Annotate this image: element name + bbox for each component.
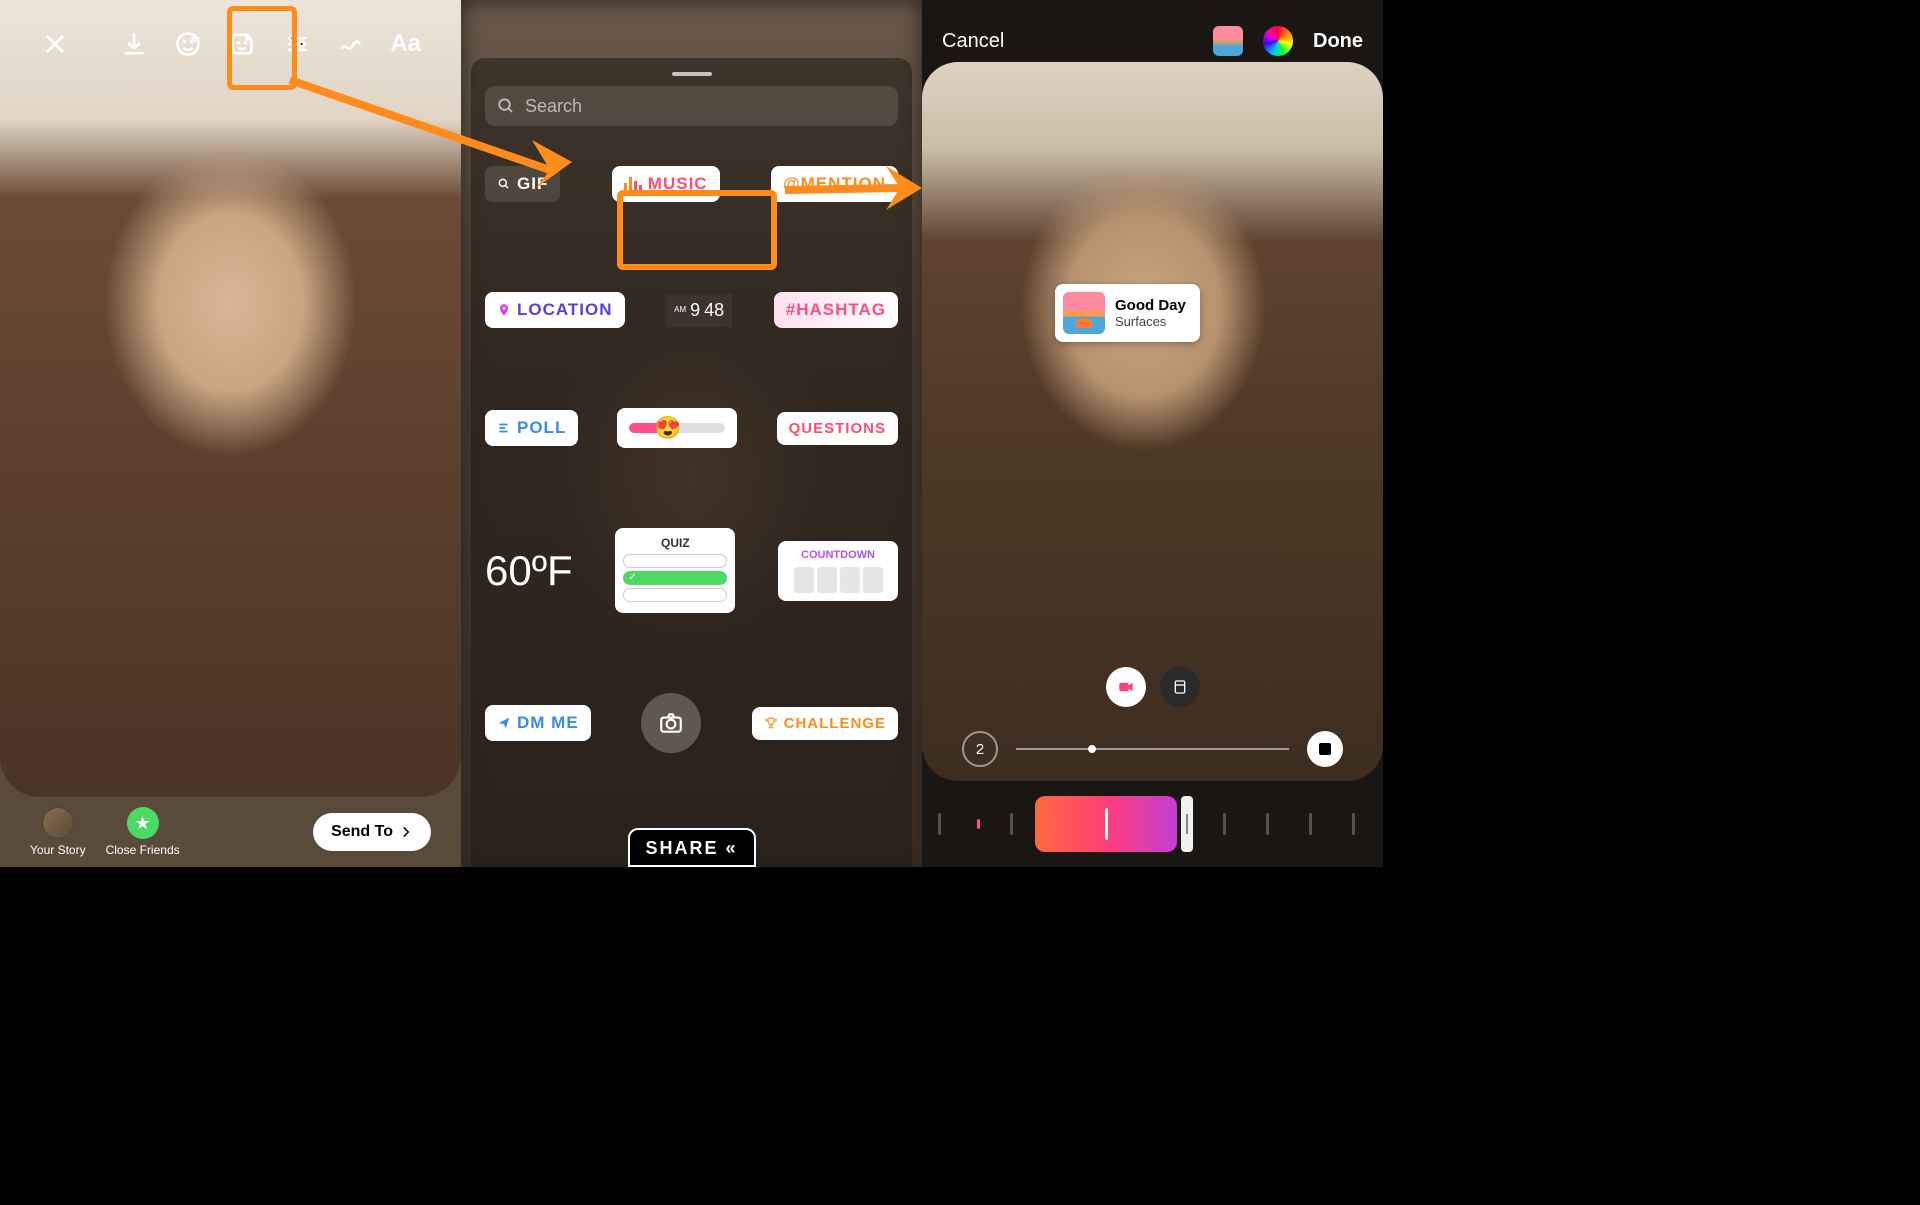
poll-label: POLL — [517, 418, 566, 438]
waveform-handle[interactable] — [1181, 796, 1193, 852]
your-story-label: Your Story — [30, 843, 86, 857]
face-filter-icon[interactable] — [173, 28, 203, 60]
countdown-sticker[interactable]: COUNTDOWN — [778, 541, 898, 601]
search-placeholder: Search — [525, 96, 582, 117]
search-icon — [497, 97, 515, 115]
your-story-button[interactable]: Your Story — [30, 807, 86, 857]
share-button[interactable]: SHARE « — [627, 828, 755, 867]
time-hh: 9 — [690, 300, 700, 321]
heart-eyes-emoji-icon: 😍 — [654, 415, 681, 441]
send-to-button[interactable]: Send To — [313, 813, 431, 851]
location-label: LOCATION — [517, 300, 613, 320]
camera-icon — [658, 710, 684, 736]
challenge-sticker[interactable]: CHALLENGE — [752, 707, 898, 740]
stop-button[interactable] — [1307, 731, 1343, 767]
quiz-label: QUIZ — [623, 536, 727, 550]
location-sticker[interactable]: LOCATION — [485, 292, 625, 328]
time-sticker[interactable]: AM 9 48 — [666, 294, 732, 327]
story-bottom-bar: Your Story ★ Close Friends Send To — [0, 797, 461, 867]
temperature-sticker[interactable]: 60ºF — [485, 547, 573, 595]
poll-sticker[interactable]: POLL — [485, 410, 578, 446]
sticker-icon[interactable] — [227, 28, 257, 60]
send-to-label: Send To — [331, 823, 393, 841]
layout-icon — [1172, 679, 1188, 695]
avatar-icon — [42, 807, 74, 839]
send-icon — [497, 716, 511, 730]
text-tool-icon[interactable]: Aa — [390, 28, 421, 60]
color-wheel-icon[interactable] — [1263, 26, 1293, 56]
editor-toolbar: Aa — [0, 28, 461, 60]
album-art-icon — [1063, 292, 1105, 334]
emoji-slider-sticker[interactable]: 😍 — [617, 408, 737, 448]
star-icon: ★ — [127, 807, 159, 839]
search-icon — [497, 177, 511, 191]
music-sticker[interactable]: MUSIC — [612, 166, 720, 202]
scrub-handle[interactable] — [1088, 745, 1096, 753]
music-label: MUSIC — [648, 174, 708, 194]
sticker-tray[interactable]: Search GIF MUSIC @MENTION LOCATION — [471, 58, 912, 867]
drag-handle[interactable] — [672, 72, 712, 76]
time-mm: 48 — [704, 300, 724, 321]
duration-count[interactable]: 2 — [962, 731, 998, 767]
song-artist: Surfaces — [1115, 314, 1186, 329]
scrub-track[interactable] — [1016, 748, 1289, 750]
dmme-sticker[interactable]: DM ME — [485, 705, 591, 741]
poll-icon — [497, 421, 511, 435]
sticker-tray-screen: Search GIF MUSIC @MENTION LOCATION — [461, 0, 922, 867]
adjust-icon[interactable] — [282, 28, 312, 60]
music-editor-screen: Cancel Done 2 — [922, 0, 1383, 867]
draw-icon[interactable] — [336, 28, 366, 60]
music-controls: 2 — [922, 667, 1383, 767]
music-track-card[interactable]: Good Day Surfaces — [1055, 284, 1200, 342]
cancel-button[interactable]: Cancel — [942, 30, 1004, 53]
sticker-search[interactable]: Search — [485, 86, 898, 126]
close-icon[interactable] — [40, 28, 70, 60]
countdown-label: COUNTDOWN — [786, 549, 890, 561]
trophy-icon — [764, 716, 778, 730]
mention-sticker[interactable]: @MENTION — [771, 166, 898, 202]
music-bars-icon — [624, 177, 642, 191]
waveform-window[interactable] — [1035, 796, 1177, 852]
download-icon[interactable] — [118, 28, 148, 60]
challenge-label: CHALLENGE — [784, 715, 886, 732]
questions-sticker[interactable]: QUESTIONS — [777, 412, 898, 445]
music-topbar: Cancel Done — [922, 26, 1383, 56]
quiz-sticker[interactable]: QUIZ — [615, 528, 735, 613]
done-button[interactable]: Done — [1313, 30, 1363, 53]
pin-icon — [497, 303, 511, 317]
story-editor-screen: Aa Your Story ★ Close Friends Send To — [0, 0, 461, 867]
video-camera-icon — [1116, 677, 1136, 697]
story-photo — [0, 0, 461, 797]
time-ampm: AM — [674, 306, 686, 314]
gif-sticker[interactable]: GIF — [485, 166, 560, 202]
record-button[interactable] — [1106, 667, 1146, 707]
gif-label: GIF — [517, 174, 548, 194]
chevron-right-icon — [399, 825, 413, 839]
close-friends-button[interactable]: ★ Close Friends — [106, 807, 180, 857]
song-title: Good Day — [1115, 297, 1186, 314]
hashtag-sticker[interactable]: #HASHTAG — [774, 292, 898, 328]
album-art-icon[interactable] — [1213, 26, 1243, 56]
dmme-label: DM ME — [517, 713, 579, 733]
close-friends-label: Close Friends — [106, 843, 180, 857]
camera-sticker[interactable] — [641, 693, 701, 753]
waveform-scrubber[interactable] — [922, 781, 1383, 867]
layout-button[interactable] — [1160, 667, 1200, 707]
stop-icon — [1319, 743, 1331, 755]
